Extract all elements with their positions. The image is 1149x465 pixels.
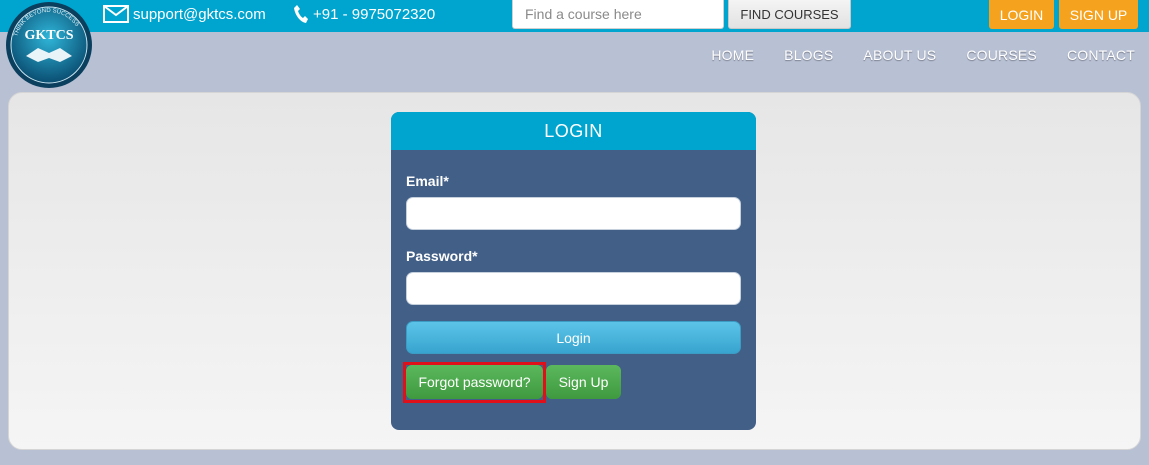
header-login-button[interactable]: LOGIN bbox=[989, 0, 1054, 29]
nav-home[interactable]: HOME bbox=[711, 47, 754, 67]
phone-text: +91 - 9975072320 bbox=[313, 5, 436, 23]
password-label: Password* bbox=[406, 248, 478, 264]
gktcs-logo[interactable]: GKTCS THINK BEYOND SUCCESS bbox=[4, 0, 94, 90]
nav-blogs[interactable]: BLOGS bbox=[784, 47, 833, 67]
contact-email[interactable]: support@gktcs.com bbox=[103, 0, 266, 28]
email-label: Email* bbox=[406, 173, 449, 189]
top-bar: support@gktcs.com +91 - 9975072320 FIND … bbox=[0, 0, 1149, 32]
header-signup-button[interactable]: SIGN UP bbox=[1059, 0, 1138, 29]
password-field[interactable] bbox=[406, 272, 741, 305]
login-title: LOGIN bbox=[391, 112, 756, 150]
email-text: support@gktcs.com bbox=[133, 5, 266, 23]
nav-contact[interactable]: CONTACT bbox=[1067, 47, 1135, 67]
login-submit-button[interactable]: Login bbox=[406, 321, 741, 354]
logo-text: GKTCS bbox=[24, 28, 73, 43]
envelope-icon bbox=[103, 5, 129, 23]
email-field[interactable] bbox=[406, 197, 741, 230]
login-form: LOGIN Email* Password* Login Forgot pass… bbox=[391, 112, 756, 430]
find-courses-button[interactable]: FIND COURSES bbox=[728, 0, 851, 29]
nav-courses[interactable]: COURSES bbox=[966, 47, 1037, 67]
contact-phone[interactable]: +91 - 9975072320 bbox=[293, 0, 435, 28]
phone-icon bbox=[294, 5, 308, 23]
course-search-input[interactable] bbox=[512, 0, 724, 29]
forgot-password-button[interactable]: Forgot password? bbox=[406, 365, 543, 399]
main-nav: HOME BLOGS ABOUT US COURSES CONTACT bbox=[681, 47, 1135, 67]
form-signup-button[interactable]: Sign Up bbox=[546, 365, 621, 399]
nav-about-us[interactable]: ABOUT US bbox=[863, 47, 936, 67]
